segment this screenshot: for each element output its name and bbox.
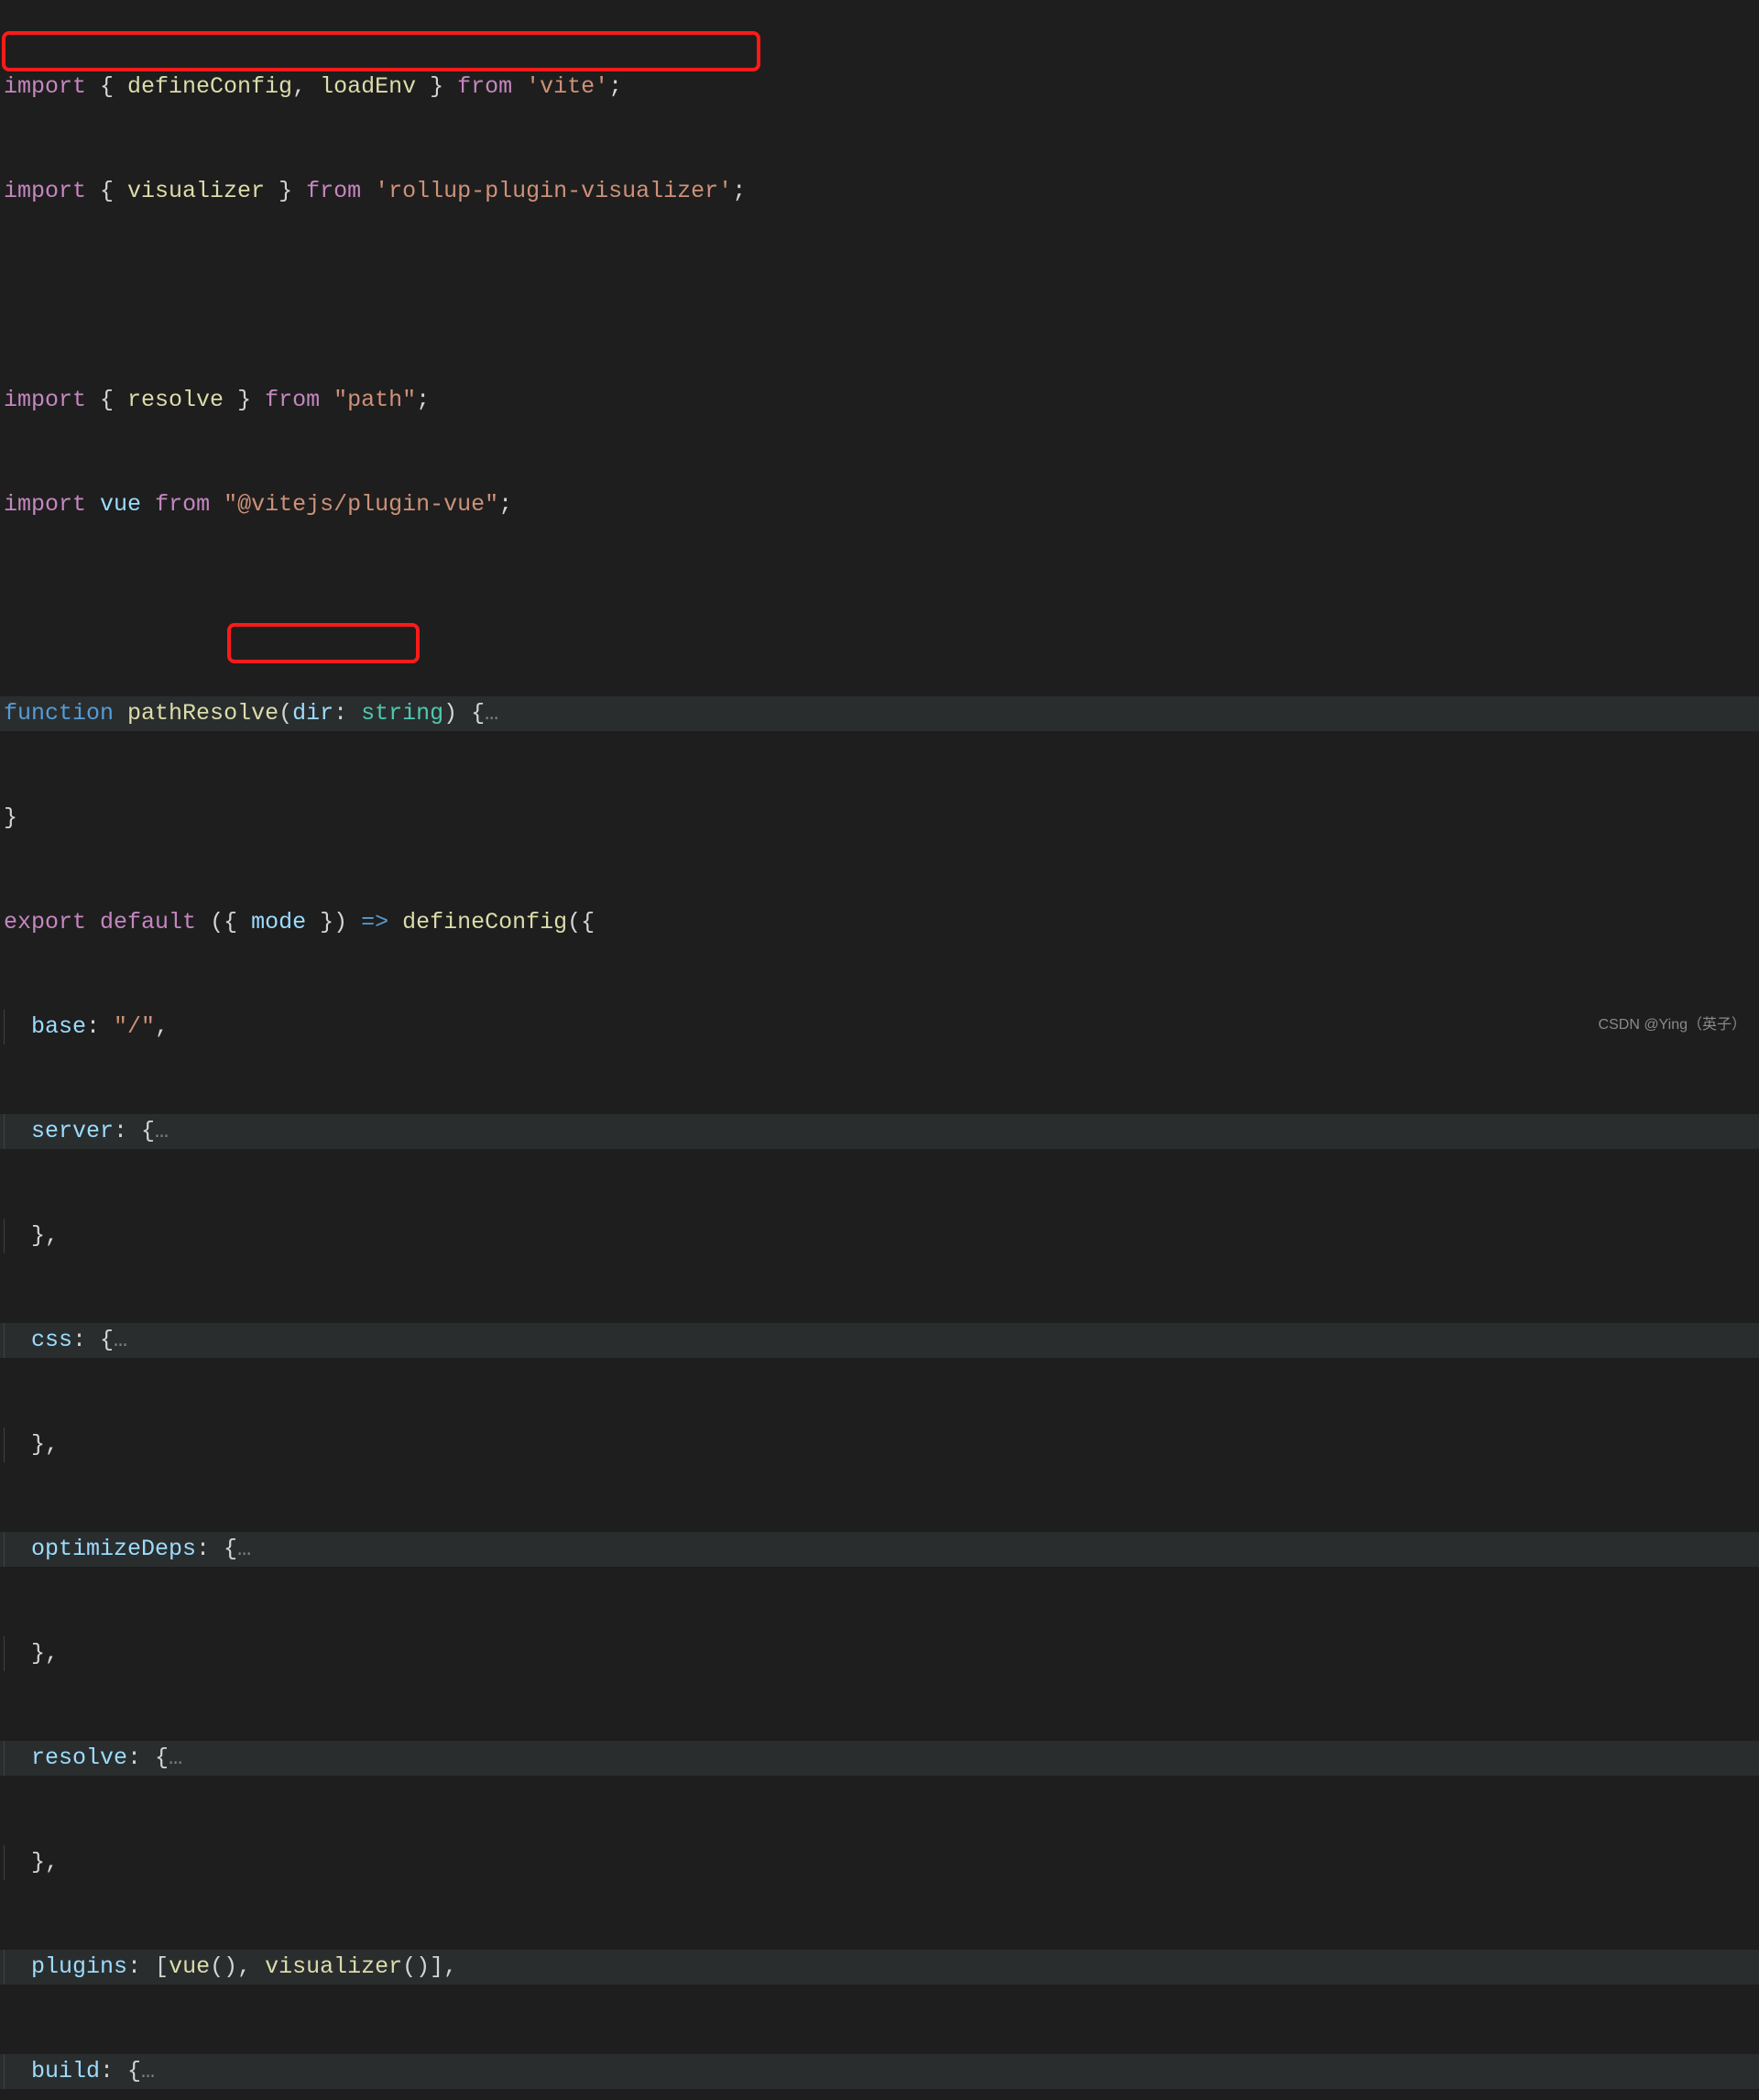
keyword-from: from [457, 70, 512, 104]
code-line: import { defineConfig, loadEnv } from 'v… [0, 70, 1759, 104]
code-line: optimizeDeps: {… [0, 1532, 1759, 1567]
property: base [31, 1010, 86, 1045]
string-literal: 'vite' [526, 70, 608, 104]
string-literal: "@vitejs/plugin-vue" [224, 487, 498, 522]
code-line: plugins: [vue(), visualizer()], [0, 1950, 1759, 1985]
fold-icon[interactable]: … [155, 1114, 169, 1149]
type: string [361, 696, 443, 731]
property: optimizeDeps [31, 1532, 196, 1567]
code-line: }, [0, 1427, 1759, 1462]
identifier: visualizer [127, 174, 265, 209]
watermark: CSDN @Ying（英子） [1599, 1008, 1746, 1043]
function-call: visualizer [265, 1950, 402, 1985]
function-call: defineConfig [402, 905, 567, 940]
code-line: }, [0, 1219, 1759, 1253]
code-line: server: {… [0, 1114, 1759, 1149]
keyword-from: from [306, 174, 361, 209]
property: build [31, 2054, 100, 2089]
property: css [31, 1323, 72, 1358]
keyword-import: import [4, 383, 86, 418]
fold-icon[interactable]: … [237, 1532, 251, 1567]
string-literal: 'rollup-plugin-visualizer' [375, 174, 732, 209]
fold-icon[interactable]: … [141, 2054, 155, 2089]
code-line: resolve: {… [0, 1741, 1759, 1776]
keyword-import: import [4, 174, 86, 209]
property: server [31, 1114, 114, 1149]
string-literal: "path" [333, 383, 416, 418]
function-name: pathResolve [127, 696, 279, 731]
identifier: mode [251, 905, 306, 940]
property: resolve [31, 1741, 127, 1776]
keyword-from: from [265, 383, 320, 418]
code-line-empty [0, 279, 1759, 313]
identifier: vue [100, 487, 141, 522]
code-line: function pathResolve(dir: string) {… [0, 696, 1759, 731]
arrow: => [361, 905, 388, 940]
code-line-empty [0, 592, 1759, 627]
code-line: } [0, 801, 1759, 836]
code-editor[interactable]: import { defineConfig, loadEnv } from 'v… [0, 0, 1759, 2100]
keyword-export: export [4, 905, 86, 940]
fold-icon[interactable]: … [114, 1323, 127, 1358]
code-line: base: "/", [0, 1010, 1759, 1045]
code-line: build: {… [0, 2054, 1759, 2089]
function-call: vue [169, 1950, 210, 1985]
code-line: import { visualizer } from 'rollup-plugi… [0, 174, 1759, 209]
parameter: dir [292, 696, 333, 731]
keyword-import: import [4, 487, 86, 522]
fold-icon[interactable]: … [169, 1741, 182, 1776]
keyword-function: function [4, 696, 114, 731]
property: plugins [31, 1950, 127, 1985]
code-line: }, [0, 1845, 1759, 1880]
identifier: defineConfig [127, 70, 292, 104]
code-line: import { resolve } from "path"; [0, 383, 1759, 418]
identifier: loadEnv [320, 70, 416, 104]
keyword-default: default [100, 905, 196, 940]
string-literal: "/" [114, 1010, 155, 1045]
keyword-from: from [155, 487, 210, 522]
code-line: css: {… [0, 1323, 1759, 1358]
fold-icon[interactable]: … [485, 696, 498, 731]
code-line: export default ({ mode }) => defineConfi… [0, 905, 1759, 940]
code-line: }, [0, 1636, 1759, 1671]
code-line: import vue from "@vitejs/plugin-vue"; [0, 487, 1759, 522]
identifier: resolve [127, 383, 224, 418]
keyword-import: import [4, 70, 86, 104]
